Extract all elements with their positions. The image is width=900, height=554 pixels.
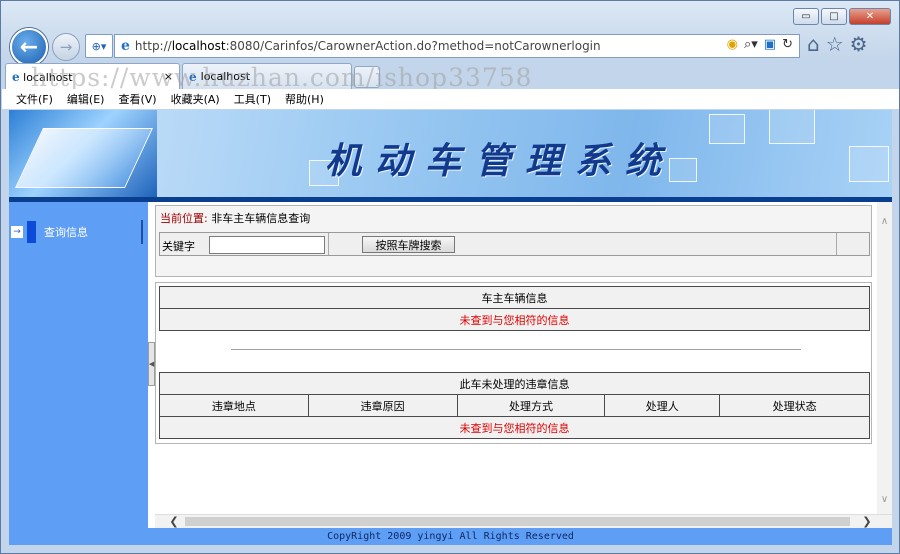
violation-table-title: 此车未处理的违章信息	[159, 372, 870, 395]
arrow-right-icon: →	[59, 38, 73, 56]
forward-button[interactable]: →	[52, 33, 80, 61]
menu-view[interactable]: 查看(V)	[118, 91, 156, 107]
scroll-up-icon[interactable]: ∧	[879, 216, 890, 228]
vehicle-table-title: 车主车辆信息	[159, 286, 870, 309]
menu-tools[interactable]: 工具(T)	[234, 91, 271, 107]
menu-favorites[interactable]: 收藏夹(A)	[171, 91, 220, 107]
search-panel: 当前位置: 非车主车辆信息查询 关键字 按照车牌搜索	[155, 205, 872, 277]
compatibility-view-button[interactable]: ⊕▾	[85, 34, 113, 58]
breadcrumb: 当前位置: 非车主车辆信息查询	[160, 210, 310, 226]
menu-help[interactable]: 帮助(H)	[285, 91, 324, 107]
refresh-icon[interactable]: ↻	[782, 37, 793, 52]
system-title: 机动车管理系统	[325, 140, 676, 182]
ie-logo-icon: e	[121, 38, 130, 54]
keyword-label: 关键字	[162, 240, 195, 253]
toolbar-icons: ⌂ ☆ ⚙	[807, 32, 868, 56]
browser-window: ▭ □ ✕ ← → ⊕▾ e http://localhost:8080/Car…	[0, 0, 900, 554]
footer: CopyRight 2009 yingyi All Rights Reserve…	[9, 528, 892, 545]
star-icon[interactable]: ☆	[826, 32, 844, 56]
caption-buttons: ▭ □ ✕	[793, 8, 891, 25]
location-label: 当前位置:	[160, 212, 208, 225]
new-tab-button[interactable]	[354, 66, 380, 88]
search-icon[interactable]: ⌕▾	[744, 37, 758, 52]
results-panel: 车主车辆信息 未查到与您相符的信息 此车未处理的违章信息 违章地点 违章原因 处…	[155, 282, 872, 444]
copyright-text: CopyRight 2009 yingyi All Rights Reserve…	[327, 531, 574, 542]
keyword-input[interactable]	[209, 236, 325, 254]
maximize-button[interactable]: □	[821, 8, 847, 25]
address-url: http://localhost:8080/Carinfos/CarownerA…	[134, 39, 601, 53]
ie-logo-icon: e	[189, 69, 197, 84]
divider	[231, 349, 801, 350]
ie-logo-icon: e	[12, 69, 20, 84]
sidebar-collapse-handle[interactable]: ◀	[148, 342, 155, 386]
broken-page-icon[interactable]: ▣	[764, 37, 776, 52]
violation-table: 此车未处理的违章信息 违章地点 违章原因 处理方式 处理人 处理状态 未查到与您…	[159, 372, 870, 439]
tab-close-icon[interactable]: ×	[164, 70, 173, 83]
scroll-left-icon[interactable]: ❮	[167, 515, 181, 528]
minimize-button[interactable]: ▭	[793, 8, 819, 25]
home-icon[interactable]: ⌂	[807, 32, 820, 56]
menu-file[interactable]: 文件(F)	[16, 91, 53, 107]
yellow-plugin-icon[interactable]: ◉	[727, 37, 738, 52]
scroll-thumb[interactable]	[185, 517, 850, 526]
column-header: 违章原因	[307, 394, 458, 417]
vehicle-table: 车主车辆信息 未查到与您相符的信息	[159, 286, 870, 331]
search-by-plate-button[interactable]: 按照车牌搜索	[362, 236, 455, 253]
column-header: 处理方式	[456, 394, 606, 417]
horizontal-scrollbar[interactable]: ❮ ❯	[155, 514, 892, 528]
page-viewport: 机动车管理系统 → 查询信息 ◀ 当前位置: 非车主车辆信息查询 关键字 按照车…	[9, 110, 892, 528]
scroll-down-icon[interactable]: ∨	[879, 494, 890, 506]
back-button[interactable]: ←	[10, 28, 48, 66]
column-header: 处理状态	[719, 394, 870, 417]
banner-logo-image	[9, 110, 157, 202]
sidebar-item-query[interactable]: → 查询信息	[11, 220, 143, 244]
scroll-right-icon[interactable]: ❯	[860, 515, 874, 528]
menu-bar: 文件(F) 编辑(E) 查看(V) 收藏夹(A) 工具(T) 帮助(H)	[2, 89, 899, 109]
arrow-right-icon: →	[11, 226, 23, 238]
gear-icon[interactable]: ⚙	[850, 32, 868, 56]
menu-edit[interactable]: 编辑(E)	[67, 91, 105, 107]
sidebar: → 查询信息	[9, 202, 148, 528]
address-bar-icons: ◉ ⌕▾ ▣ ↻	[727, 37, 793, 52]
vehicle-empty-message: 未查到与您相符的信息	[159, 308, 870, 331]
address-bar[interactable]: e http://localhost:8080/Carinfos/Carowne…	[114, 34, 800, 58]
column-header: 违章地点	[159, 394, 309, 417]
arrow-left-icon: ←	[19, 34, 39, 60]
vertical-scrollbar[interactable]: ∧ ∨	[877, 202, 892, 516]
sidebar-item-label: 查询信息	[44, 226, 88, 239]
tab-localhost-active[interactable]: e localhost ×	[5, 63, 180, 89]
header-banner: 机动车管理系统	[9, 110, 892, 202]
shield-plus-icon: ⊕▾	[91, 39, 107, 53]
main-content: 当前位置: 非车主车辆信息查询 关键字 按照车牌搜索 车主车辆信息 未查到与您相…	[155, 202, 877, 516]
tab-strip: e localhost × e localhost	[5, 63, 380, 89]
violation-empty-message: 未查到与您相符的信息	[159, 416, 870, 439]
location-value: 非车主车辆信息查询	[211, 212, 311, 225]
close-window-button[interactable]: ✕	[849, 8, 891, 25]
tab-localhost[interactable]: e localhost	[182, 63, 352, 89]
search-row: 关键字 按照车牌搜索	[159, 232, 870, 256]
column-header: 处理人	[604, 394, 721, 417]
